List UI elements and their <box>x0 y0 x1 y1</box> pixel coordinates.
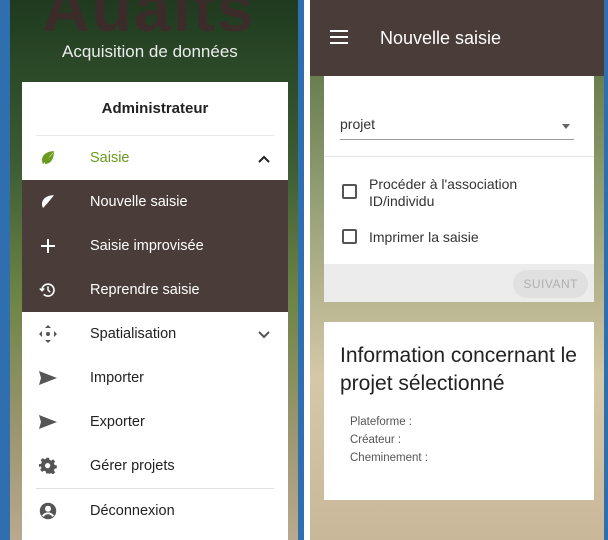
nav-item-nouvelle-saisie[interactable]: Nouvelle saisie <box>22 180 288 224</box>
nav-item-label: Exporter <box>90 414 145 430</box>
nav-item-exporter[interactable]: Exporter <box>22 400 288 444</box>
project-info-card: Information concernant le projet sélecti… <box>324 322 594 500</box>
chevron-down-icon <box>258 326 270 342</box>
nav-item-gerer-projets[interactable]: Gérer projets <box>22 444 288 488</box>
app-bar: Nouvelle saisie <box>310 0 608 76</box>
drawer-role-title: Administrateur <box>36 82 274 136</box>
nav-item-label: Spatialisation <box>90 326 177 342</box>
frame-border-left <box>0 0 10 540</box>
info-creator: Créateur : <box>350 434 402 446</box>
form-actions: SUIVANT <box>324 264 594 302</box>
gear-icon <box>36 454 60 478</box>
nav-item-label: Gérer projets <box>90 458 175 474</box>
plus-icon <box>36 234 60 258</box>
next-button[interactable]: SUIVANT <box>513 270 588 298</box>
new-entry-screen: Nouvelle saisie projet Procéder à l'asso… <box>310 0 608 540</box>
page-title: Nouvelle saisie <box>380 28 502 48</box>
app-subtitle: Acquisition de données <box>62 42 238 61</box>
nav-item-label: Nouvelle saisie <box>90 194 188 210</box>
nav-item-label: Déconnexion <box>90 503 175 519</box>
nav-item-saisie-improvisee[interactable]: Saisie improvisée <box>22 224 288 268</box>
move-arrows-icon <box>36 322 60 346</box>
nav-item-label: Saisie improvisée <box>90 238 204 254</box>
navigation-screen: Auaits Acquisition de données Administra… <box>0 0 304 540</box>
project-select-value: projet <box>340 116 376 132</box>
frame-border-right <box>298 0 304 540</box>
dropdown-arrow-icon <box>562 124 570 129</box>
form-divider <box>324 156 594 157</box>
info-platform: Plateforme : <box>350 416 412 428</box>
association-label: Procéder à l'association ID/individu <box>369 176 518 209</box>
send-icon <box>36 410 60 434</box>
project-select[interactable]: projet <box>340 114 574 140</box>
app-logo: Auaits <box>42 0 256 45</box>
nav-item-saisie[interactable]: Saisie <box>22 136 288 180</box>
nav-item-reprendre-saisie[interactable]: Reprendre saisie <box>22 268 288 312</box>
frame-border-right <box>604 0 608 540</box>
print-checkbox[interactable] <box>342 229 357 244</box>
nav-item-label: Reprendre saisie <box>90 282 200 298</box>
nav-item-label: Importer <box>90 370 144 386</box>
print-label: Imprimer la saisie <box>369 229 479 245</box>
association-option[interactable]: Procéder à l'association ID/individu <box>342 176 559 210</box>
account-icon <box>36 499 60 523</box>
association-checkbox[interactable] <box>342 184 357 199</box>
send-icon <box>36 366 60 390</box>
nav-item-label: Saisie <box>90 150 130 166</box>
info-title: Information concernant le projet sélecti… <box>340 344 577 395</box>
chevron-up-icon <box>258 150 270 166</box>
leaf-icon <box>36 190 60 214</box>
navigation-drawer: Administrateur Saisie Nouvelle saisie Sa… <box>22 82 288 540</box>
nav-item-deconnexion[interactable]: Déconnexion <box>22 489 288 533</box>
info-path: Cheminement : <box>350 452 428 464</box>
entry-form-card: projet Procéder à l'association ID/indiv… <box>324 76 594 302</box>
history-icon <box>36 278 60 302</box>
print-option[interactable]: Imprimer la saisie <box>342 222 559 252</box>
menu-icon[interactable] <box>330 30 348 44</box>
leaf-icon <box>36 146 60 170</box>
nav-item-importer[interactable]: Importer <box>22 356 288 400</box>
saisie-submenu: Nouvelle saisie Saisie improvisée Repren… <box>22 180 288 312</box>
nav-item-spatialisation[interactable]: Spatialisation <box>22 312 288 356</box>
